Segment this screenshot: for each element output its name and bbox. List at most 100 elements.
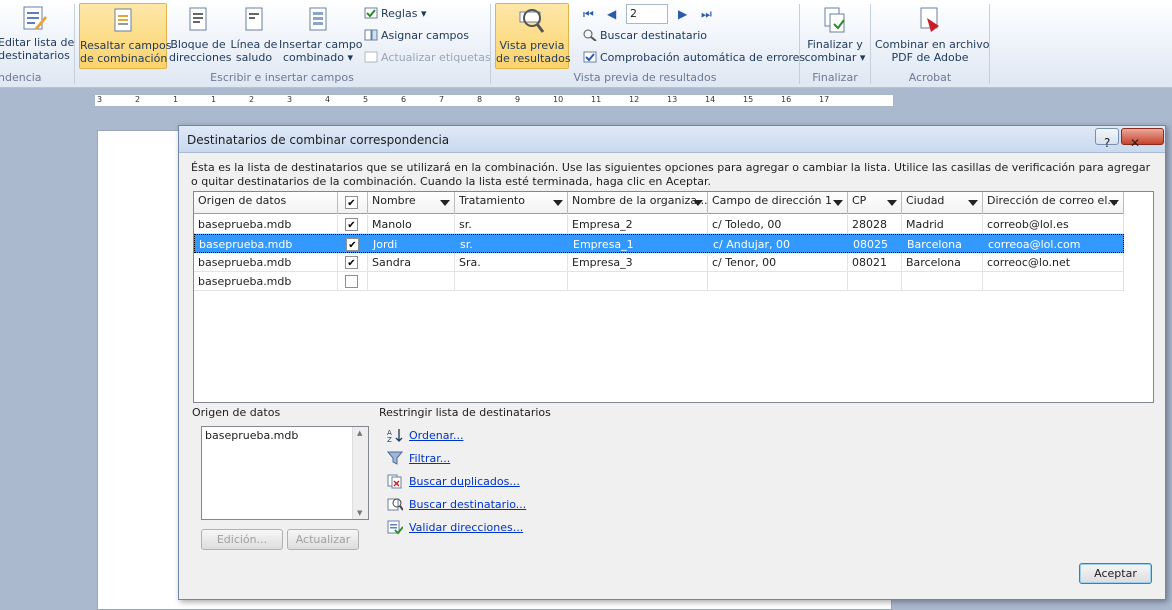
ribbon-separator	[799, 4, 800, 84]
cell-email[interactable]	[983, 272, 1124, 291]
edit-recipient-list-button[interactable]: Editar lista de destinatarios	[0, 4, 74, 68]
insert-merge-field-button[interactable]: Insertar campo combinado ▾	[279, 6, 363, 70]
greeting-line-button[interactable]: Línea de saludo	[230, 6, 278, 70]
dialog-title-bar[interactable]: Destinatarios de combinar correspondenci…	[179, 126, 1165, 153]
find-recipient-button[interactable]: Buscar destinatario	[583, 29, 707, 43]
record-number-input[interactable]: 2	[626, 4, 668, 24]
col-header-email[interactable]: Dirección de correo el...	[983, 192, 1124, 214]
cell-source[interactable]: baseprueba.mdb	[194, 215, 338, 234]
listbox-scrollbar[interactable]: ▲ ▼	[352, 427, 368, 519]
chevron-down-icon: ▾	[347, 51, 353, 64]
cell-nombre[interactable]: Sandra	[368, 253, 455, 272]
row-checkbox[interactable]	[345, 275, 358, 288]
help-button[interactable]: ?	[1095, 128, 1119, 150]
col-header-source[interactable]: Origen de datos	[194, 192, 338, 214]
chevron-down-icon: ▾	[420, 7, 427, 20]
previous-record-icon[interactable]: ◀	[607, 7, 616, 21]
ok-button[interactable]: Aceptar	[1079, 563, 1152, 584]
cell-nombre[interactable]	[368, 272, 455, 291]
cell-cp[interactable]: 28028	[848, 215, 902, 234]
datasource-item[interactable]: baseprueba.mdb	[202, 427, 368, 444]
rules-button[interactable]: Reglas ▾	[364, 7, 426, 21]
filter-link[interactable]: Filtrar...	[409, 452, 450, 465]
cell-org[interactable]: Empresa_3	[568, 253, 708, 272]
edit-datasource-button[interactable]: Edición...	[201, 529, 283, 550]
col-header-nombre[interactable]: Nombre	[368, 192, 455, 214]
col-header-cp[interactable]: CP	[848, 192, 902, 214]
cell-cp[interactable]: 08021	[848, 253, 902, 272]
cell-dir[interactable]: c/ Tenor, 00	[708, 253, 848, 272]
highlight-label-1: Resaltar campos	[80, 39, 172, 52]
scroll-down-icon[interactable]: ▼	[357, 509, 362, 517]
validate-addresses-link[interactable]: Validar direcciones...	[409, 521, 523, 534]
ruler-tick-label: 2	[249, 95, 255, 104]
horizontal-ruler[interactable]: 3 2 1 1 2 3 4 5 6 7 8 9 10 11 12 13 14 15 16 17	[94, 94, 894, 107]
cell-source[interactable]: baseprueba.mdb	[194, 253, 338, 272]
cell-ciudad[interactable]: Barcelona	[903, 235, 984, 254]
address-block-button[interactable]: Bloque de direcciones	[169, 6, 231, 70]
cell-trat[interactable]	[455, 272, 568, 291]
refresh-datasource-button[interactable]: Actualizar	[287, 529, 359, 550]
find-recipient-icon	[583, 29, 597, 41]
col-header-organizacion[interactable]: Nombre de la organiza...	[568, 192, 708, 214]
table-row[interactable]: baseprueba.mdb SandraSra.Empresa_3c/ Teno…	[194, 253, 1124, 272]
auto-check-errors-button[interactable]: Comprobación automática de errores	[583, 51, 805, 65]
cell-nombre[interactable]: Jordi	[369, 235, 456, 254]
first-record-icon[interactable]: ⏮	[583, 7, 594, 22]
cell-cp[interactable]	[848, 272, 902, 291]
cell-email[interactable]: correoc@lo.net	[983, 253, 1124, 272]
dropdown-arrow-icon[interactable]	[440, 200, 450, 206]
table-row[interactable]: baseprueba.mdb	[194, 272, 1124, 291]
cell-ciudad[interactable]: Madrid	[902, 215, 983, 234]
cell-org[interactable]: Empresa_2	[568, 215, 708, 234]
dropdown-arrow-icon[interactable]	[693, 200, 703, 206]
dropdown-arrow-icon[interactable]	[833, 200, 843, 206]
cell-trat[interactable]: Sra.	[455, 253, 568, 272]
scroll-up-icon[interactable]: ▲	[357, 429, 362, 437]
sort-link[interactable]: Ordenar...	[409, 429, 463, 442]
find-recipient-link[interactable]: Buscar destinatario...	[409, 498, 526, 511]
cell-cp[interactable]: 08025	[849, 235, 903, 254]
table-row[interactable]: baseprueba.mdb Manolosr.Empresa_2c/ Toled…	[194, 215, 1124, 234]
cell-ciudad[interactable]: Barcelona	[902, 253, 983, 272]
last-record-icon[interactable]: ⏭	[701, 7, 712, 22]
row-checkbox[interactable]	[345, 218, 358, 231]
next-record-icon[interactable]: ▶	[678, 7, 687, 21]
select-all-checkbox[interactable]	[345, 196, 358, 209]
cell-trat[interactable]: sr.	[456, 235, 569, 254]
cell-ciudad[interactable]	[902, 272, 983, 291]
row-checkbox[interactable]	[346, 238, 359, 251]
match-fields-label: Asignar campos	[381, 29, 469, 42]
cell-trat[interactable]: sr.	[455, 215, 568, 234]
finish-merge-button[interactable]: Finalizar y combinar ▾	[804, 6, 866, 70]
find-duplicates-link[interactable]: Buscar duplicados...	[409, 475, 520, 488]
datasource-listbox[interactable]: baseprueba.mdb ▲ ▼	[201, 426, 369, 520]
col-header-ciudad[interactable]: Ciudad	[902, 192, 983, 214]
match-fields-button[interactable]: Asignar campos	[364, 29, 469, 43]
update-labels-button[interactable]: Actualizar etiquetas	[364, 51, 491, 65]
cell-source[interactable]: baseprueba.mdb	[194, 272, 338, 291]
merge-to-pdf-button[interactable]: Combinar en archivo PDF de Adobe	[875, 6, 989, 70]
row-checkbox[interactable]	[345, 256, 358, 269]
table-row[interactable]: baseprueba.mdb Jordisr.Empresa_1c/ Anduja…	[194, 234, 1124, 253]
cell-source[interactable]: baseprueba.mdb	[195, 235, 339, 254]
cell-org[interactable]	[568, 272, 708, 291]
cell-org[interactable]: Empresa_1	[569, 235, 709, 254]
cell-email[interactable]: correob@lol.es	[983, 215, 1124, 234]
cell-dir[interactable]: c/ Toledo, 00	[708, 215, 848, 234]
dropdown-arrow-icon[interactable]	[887, 200, 897, 206]
cell-dir[interactable]: c/ Andujar, 00	[709, 235, 849, 254]
dropdown-arrow-icon[interactable]	[1109, 200, 1119, 206]
col-header-checkbox[interactable]	[338, 192, 368, 214]
highlight-merge-fields-button[interactable]: Resaltar campos de combinación	[79, 3, 171, 69]
col-header-direccion[interactable]: Campo de dirección 1	[708, 192, 848, 214]
dropdown-arrow-icon[interactable]	[968, 200, 978, 206]
cell-email[interactable]: correoa@lol.com	[984, 235, 1125, 254]
dropdown-arrow-icon[interactable]	[553, 200, 563, 206]
col-header-tratamiento[interactable]: Tratamiento	[455, 192, 568, 214]
preview-results-button[interactable]: Vista previa de resultados	[495, 3, 571, 69]
cell-nombre[interactable]: Manolo	[368, 215, 455, 234]
close-button[interactable]: ✕	[1121, 128, 1164, 150]
cell-dir[interactable]	[708, 272, 848, 291]
ruler-tick-label: 15	[743, 95, 754, 104]
